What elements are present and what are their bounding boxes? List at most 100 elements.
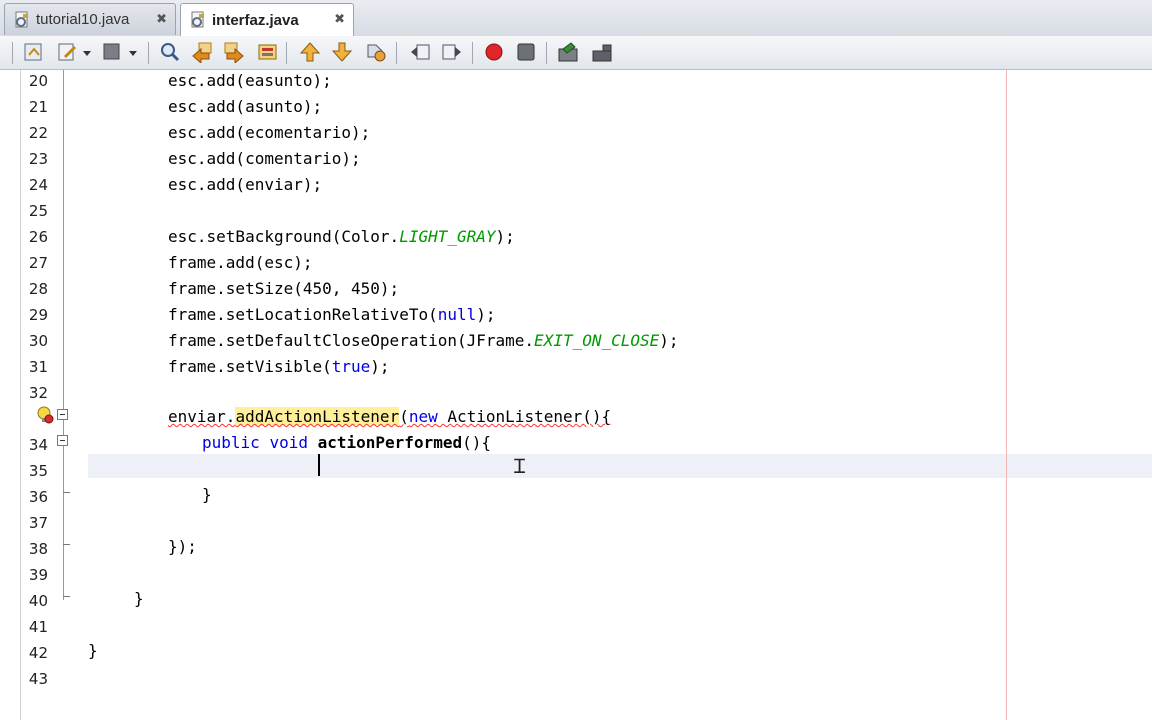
line-number: 25 xyxy=(28,202,48,220)
editor-tab-bar: tutorial10.java ✖ interfaz.java ✖ xyxy=(0,0,1152,37)
tab-tutorial10[interactable]: tutorial10.java ✖ xyxy=(4,3,176,35)
code-token: ActionListener(){ xyxy=(437,407,612,426)
fold-toggle-icon[interactable] xyxy=(57,435,68,446)
code-line[interactable]: esc.add(asunto); xyxy=(168,97,322,117)
fold-toggle-icon[interactable] xyxy=(57,409,68,420)
find-previous-icon[interactable] xyxy=(190,40,214,64)
code-line[interactable]: frame.setDefaultCloseOperation(JFrame.EX… xyxy=(168,331,679,351)
previous-bookmark-icon[interactable] xyxy=(298,40,322,64)
code-line[interactable]: esc.add(ecomentario); xyxy=(168,123,370,143)
tab-interfaz[interactable]: interfaz.java ✖ xyxy=(180,3,354,36)
line-number: 34 xyxy=(28,436,48,454)
last-edit-icon[interactable] xyxy=(56,40,80,64)
line-number: 36 xyxy=(28,488,48,506)
java-file-icon xyxy=(189,11,207,29)
uncomment-icon[interactable] xyxy=(590,40,614,64)
code-token: enviar. xyxy=(168,407,236,426)
dropdown-arrow-icon[interactable] xyxy=(126,40,140,64)
code-line[interactable]: frame.setSize(450, 450); xyxy=(168,279,399,299)
line-number: 42 xyxy=(28,644,48,662)
close-icon[interactable]: ✖ xyxy=(156,12,167,27)
go-to-source-icon[interactable] xyxy=(22,40,46,64)
next-bookmark-icon[interactable] xyxy=(330,40,354,64)
line-number: 31 xyxy=(28,358,48,376)
code-token: frame.setLocationRelativeTo( xyxy=(168,305,438,324)
comment-icon[interactable] xyxy=(556,40,580,64)
code-constant: EXIT_ON_CLOSE xyxy=(534,331,660,350)
code-token: (){ xyxy=(462,433,492,452)
line-number: 41 xyxy=(28,618,48,636)
line-number: 22 xyxy=(28,124,48,142)
line-number: 23 xyxy=(28,150,48,168)
code-keyword: null xyxy=(437,305,477,324)
code-token: ( xyxy=(399,407,409,426)
code-line[interactable]: esc.setBackground(Color.LIGHT_GRAY); xyxy=(168,227,515,247)
code-line[interactable]: frame.setLocationRelativeTo(null); xyxy=(168,305,496,325)
code-keyword: void xyxy=(269,433,308,452)
line-number: 40 xyxy=(28,592,48,610)
code-line[interactable]: } xyxy=(88,641,98,661)
shift-right-icon[interactable] xyxy=(440,40,464,64)
code-keyword: true xyxy=(331,357,371,376)
code-token: ); xyxy=(659,331,679,350)
code-line[interactable]: enviar.addActionListener(new ActionListe… xyxy=(168,407,611,427)
code-fold-guide xyxy=(63,70,64,600)
editor-toolbar xyxy=(0,36,1152,70)
code-line[interactable]: } xyxy=(202,485,212,505)
code-line[interactable]: frame.setVisible(true); xyxy=(168,357,390,377)
code-line[interactable]: esc.add(enviar); xyxy=(168,175,322,195)
tab-label: interfaz.java xyxy=(212,11,299,29)
fold-end-marker xyxy=(63,544,70,545)
code-token: esc.setBackground(Color. xyxy=(168,227,400,246)
code-line[interactable]: }); xyxy=(168,537,197,557)
error-hint-bulb-icon[interactable] xyxy=(36,406,54,424)
line-number: 26 xyxy=(28,228,48,246)
text-caret xyxy=(318,454,320,476)
code-token: ); xyxy=(476,305,496,324)
code-method-highlighted: addActionListener xyxy=(235,407,400,426)
line-number: 39 xyxy=(28,566,48,584)
current-line-highlight xyxy=(88,454,1152,478)
code-keyword: new xyxy=(408,407,438,426)
right-margin-guide xyxy=(1006,70,1007,720)
start-macro-recording-icon[interactable] xyxy=(482,40,506,64)
code-token: ); xyxy=(495,227,515,246)
shift-left-icon[interactable] xyxy=(408,40,432,64)
find-next-icon[interactable] xyxy=(222,40,246,64)
code-line[interactable]: esc.add(easunto); xyxy=(168,71,332,91)
line-number: 30 xyxy=(28,332,48,350)
code-token: ); xyxy=(370,357,390,376)
line-number: 28 xyxy=(28,280,48,298)
tab-label: tutorial10.java xyxy=(36,11,130,28)
code-line[interactable]: frame.add(esc); xyxy=(168,253,313,273)
line-number: 20 xyxy=(28,72,48,90)
line-number: 29 xyxy=(28,306,48,324)
line-number: 24 xyxy=(28,176,48,194)
code-constant: LIGHT_GRAY xyxy=(399,227,496,246)
code-method-name: actionPerformed xyxy=(317,433,463,452)
stop-macro-recording-icon[interactable] xyxy=(514,40,538,64)
dropdown-arrow-icon[interactable] xyxy=(80,40,94,64)
toggle-highlight-icon[interactable] xyxy=(256,40,280,64)
code-keyword: public xyxy=(202,433,260,452)
fold-end-marker xyxy=(63,596,70,597)
fold-end-marker xyxy=(63,492,70,493)
line-number: 37 xyxy=(28,514,48,532)
toggle-bookmarks-icon[interactable] xyxy=(364,40,388,64)
code-token: frame.setVisible( xyxy=(168,357,332,376)
line-number: 43 xyxy=(28,670,48,688)
code-line[interactable]: esc.add(comentario); xyxy=(168,149,361,169)
toggle-bookmark-icon[interactable] xyxy=(100,40,124,64)
find-icon[interactable] xyxy=(158,40,182,64)
line-number: 27 xyxy=(28,254,48,272)
ibeam-cursor-icon: Ɪ xyxy=(514,454,526,478)
close-icon[interactable]: ✖ xyxy=(334,12,345,27)
line-number: 38 xyxy=(28,540,48,558)
java-file-icon xyxy=(13,11,31,29)
line-number: 35 xyxy=(28,462,48,480)
code-line[interactable]: public void actionPerformed(){ xyxy=(202,433,491,453)
code-token: frame.setDefaultCloseOperation(JFrame. xyxy=(168,331,535,350)
code-line[interactable]: } xyxy=(134,589,144,609)
line-number: 21 xyxy=(28,98,48,116)
line-number: 32 xyxy=(28,384,48,402)
